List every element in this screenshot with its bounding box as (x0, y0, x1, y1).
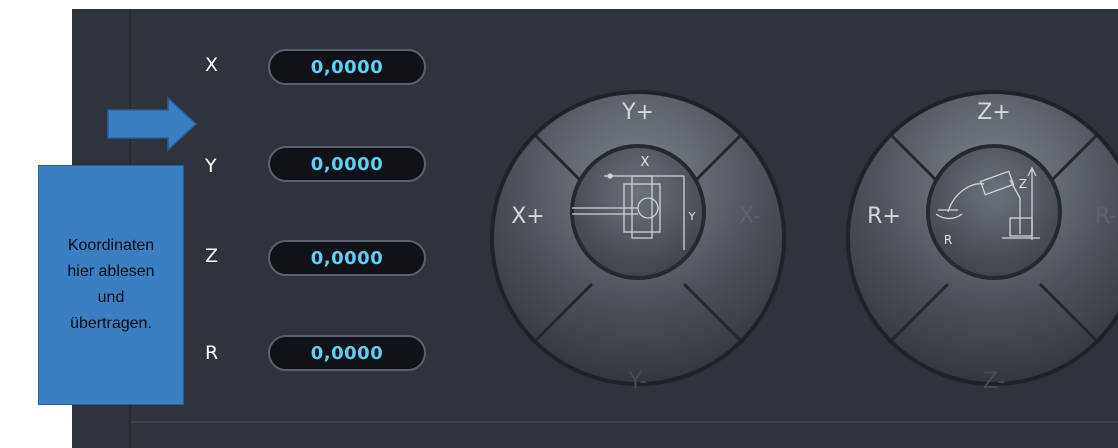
z-minus-label: Z- (983, 369, 1006, 388)
x-coordinate-readout: 0,0000 (268, 49, 426, 85)
zr-jog-dial: Z+ R+ R- Z- Z R (846, 90, 1118, 388)
r-minus-label: R- (1095, 204, 1117, 229)
r-coordinate-readout: 0,0000 (268, 335, 426, 371)
panel-divider-horizontal (131, 421, 1118, 423)
jog-z-minus-button[interactable]: Z- (983, 369, 1006, 388)
jog-z-plus-button[interactable]: Z+ (977, 100, 1011, 125)
xy-home-button[interactable]: X Y (570, 144, 706, 280)
jog-x-minus-button[interactable]: X- (739, 204, 761, 229)
y-plus-label: Y+ (621, 100, 654, 125)
jog-x-plus-button[interactable]: X+ (511, 204, 545, 229)
center-x-axis-label: X (641, 155, 650, 170)
r-label: R (205, 342, 219, 364)
jog-r-minus-button[interactable]: R- (1095, 204, 1117, 229)
jog-y-minus-button[interactable]: Y- (628, 369, 648, 388)
y-label: Y (205, 155, 217, 177)
r-plus-label: R+ (867, 204, 901, 229)
z-coordinate-readout: 0,0000 (268, 240, 426, 276)
x-minus-label: X- (739, 204, 761, 229)
center-z-axis-label: Z (1019, 177, 1027, 191)
x-plus-label: X+ (511, 204, 545, 229)
x-label: X (205, 54, 219, 76)
z-label: Z (205, 245, 219, 267)
zr-home-button[interactable]: Z R (926, 144, 1062, 280)
callout-text: Koordinaten hier ablesen und übertragen. (67, 237, 155, 332)
xy-jog-dial: Y+ X+ X- Y- X Y (490, 90, 786, 388)
y-minus-label: Y- (628, 369, 648, 388)
center-y-axis-label: Y (688, 210, 696, 223)
z-plus-label: Z+ (977, 100, 1011, 125)
callout-box: Koordinaten hier ablesen und übertragen. (38, 165, 184, 405)
y-coordinate-readout: 0,0000 (268, 146, 426, 182)
jog-r-plus-button[interactable]: R+ (867, 204, 901, 229)
center-r-axis-label: R (944, 233, 952, 247)
callout-arrow-icon (107, 96, 198, 152)
